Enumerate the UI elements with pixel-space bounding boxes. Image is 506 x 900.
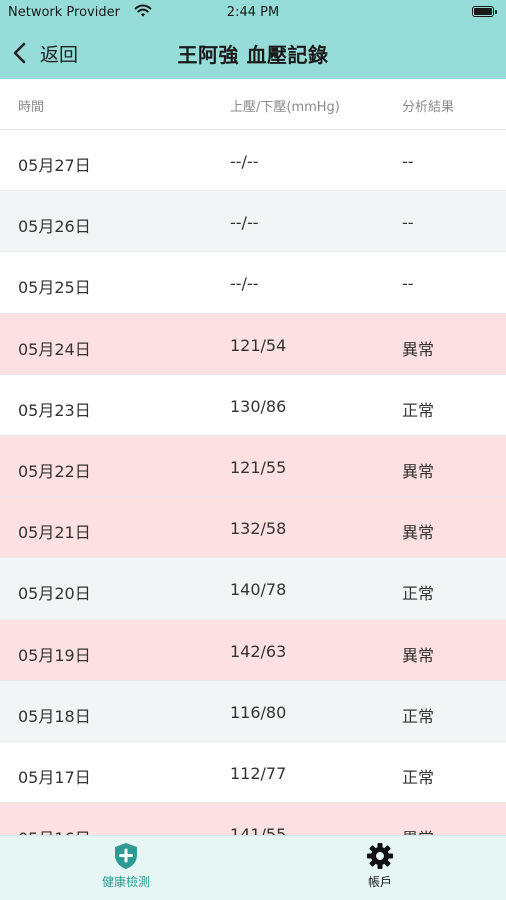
header-bp: 上壓/下壓(mmHg)	[230, 100, 340, 115]
table-row[interactable]: 05月27日 --/-- --	[0, 130, 506, 192]
table-row[interactable]: 05月20日 140/78 正常	[0, 558, 506, 620]
tab-account[interactable]: 帳戶	[320, 842, 440, 898]
header-time: 時間	[18, 100, 45, 115]
row-date: 05月17日	[18, 767, 91, 787]
row-result: 異常	[402, 461, 435, 481]
row-bp: --/--	[230, 213, 259, 233]
table-row[interactable]: 05月22日 121/55 異常	[0, 435, 506, 498]
table-row[interactable]: 05月25日 --/-- --	[0, 252, 506, 314]
row-date: 05月18日	[18, 706, 91, 726]
row-result: 異常	[402, 339, 435, 359]
table-row[interactable]: 05月19日 142/63 異常	[0, 619, 506, 681]
page-title: 王阿強 血壓記錄	[177, 43, 329, 67]
row-date: 05月16日	[18, 825, 91, 835]
row-result: 正常	[402, 767, 435, 787]
row-bp: 116/80	[230, 702, 287, 722]
row-date: 05月20日	[18, 584, 91, 604]
row-date: 05月24日	[18, 339, 91, 359]
row-bp: 140/78	[230, 580, 287, 600]
battery-icon	[472, 6, 497, 17]
shield-plus-icon	[115, 843, 137, 869]
row-result: --	[402, 152, 414, 171]
table-row[interactable]: 05月23日 130/86 正常	[0, 374, 506, 436]
tab-bar: 健康檢測 帳戶	[0, 835, 506, 900]
row-bp: --/--	[230, 152, 259, 171]
table-row[interactable]: 05月18日 116/80 正常	[0, 680, 506, 742]
status-bar: Network Provider 2:44 PM	[0, 0, 506, 26]
row-bp: 142/63	[230, 641, 287, 661]
row-bp: 112/77	[230, 763, 287, 783]
row-bp: 121/55	[230, 457, 287, 477]
row-bp: 141/55	[230, 825, 287, 835]
status-time: 2:44 PM	[226, 5, 280, 20]
tab-account-label: 帳戶	[367, 875, 392, 889]
row-date: 05月22日	[18, 461, 91, 481]
table-row[interactable]: 05月24日 121/54 異常	[0, 313, 506, 375]
tab-health-check[interactable]: 健康檢測	[66, 842, 186, 898]
row-result: 正常	[402, 706, 435, 726]
gear-icon	[367, 843, 393, 869]
table-row[interactable]: 05月26日 --/-- --	[0, 191, 506, 253]
row-date: 05月26日	[18, 217, 91, 237]
header-result: 分析結果	[402, 100, 455, 115]
row-bp: 130/86	[230, 396, 287, 416]
app-header: Network Provider 2:44 PM 返回 王阿強 血壓記錄	[0, 0, 506, 79]
row-date: 05月25日	[18, 278, 91, 298]
row-bp: 132/58	[230, 519, 287, 539]
row-result: 異常	[402, 523, 435, 543]
row-result: 正常	[402, 584, 435, 604]
tab-health-label: 健康檢測	[101, 875, 150, 889]
row-result: 異常	[402, 645, 435, 665]
row-result: --	[402, 213, 414, 233]
row-bp: --/--	[230, 274, 259, 294]
row-date: 05月27日	[18, 156, 91, 175]
nav-bar: 返回 王阿強 血壓記錄	[0, 26, 506, 79]
row-result: 異常	[402, 825, 434, 835]
table-row[interactable]: 05月16日 141/55 異常	[0, 803, 506, 835]
row-result: 正常	[402, 400, 435, 420]
row-bp: 121/54	[230, 335, 287, 355]
record-list[interactable]: 05月27日 --/-- -- 05月26日 --/-- -- 05月25日 --/-- -- 0…	[0, 130, 506, 835]
row-date: 05月19日	[18, 645, 91, 665]
table-header: 時間 上壓/下壓(mmHg) 分析結果	[0, 79, 506, 130]
row-date: 05月21日	[18, 523, 91, 543]
row-date: 05月23日	[18, 400, 91, 420]
table-row[interactable]: 05月21日 132/58 異常	[0, 497, 506, 559]
row-result: --	[402, 274, 414, 294]
table-row[interactable]: 05月17日 112/77 正常	[0, 741, 506, 804]
